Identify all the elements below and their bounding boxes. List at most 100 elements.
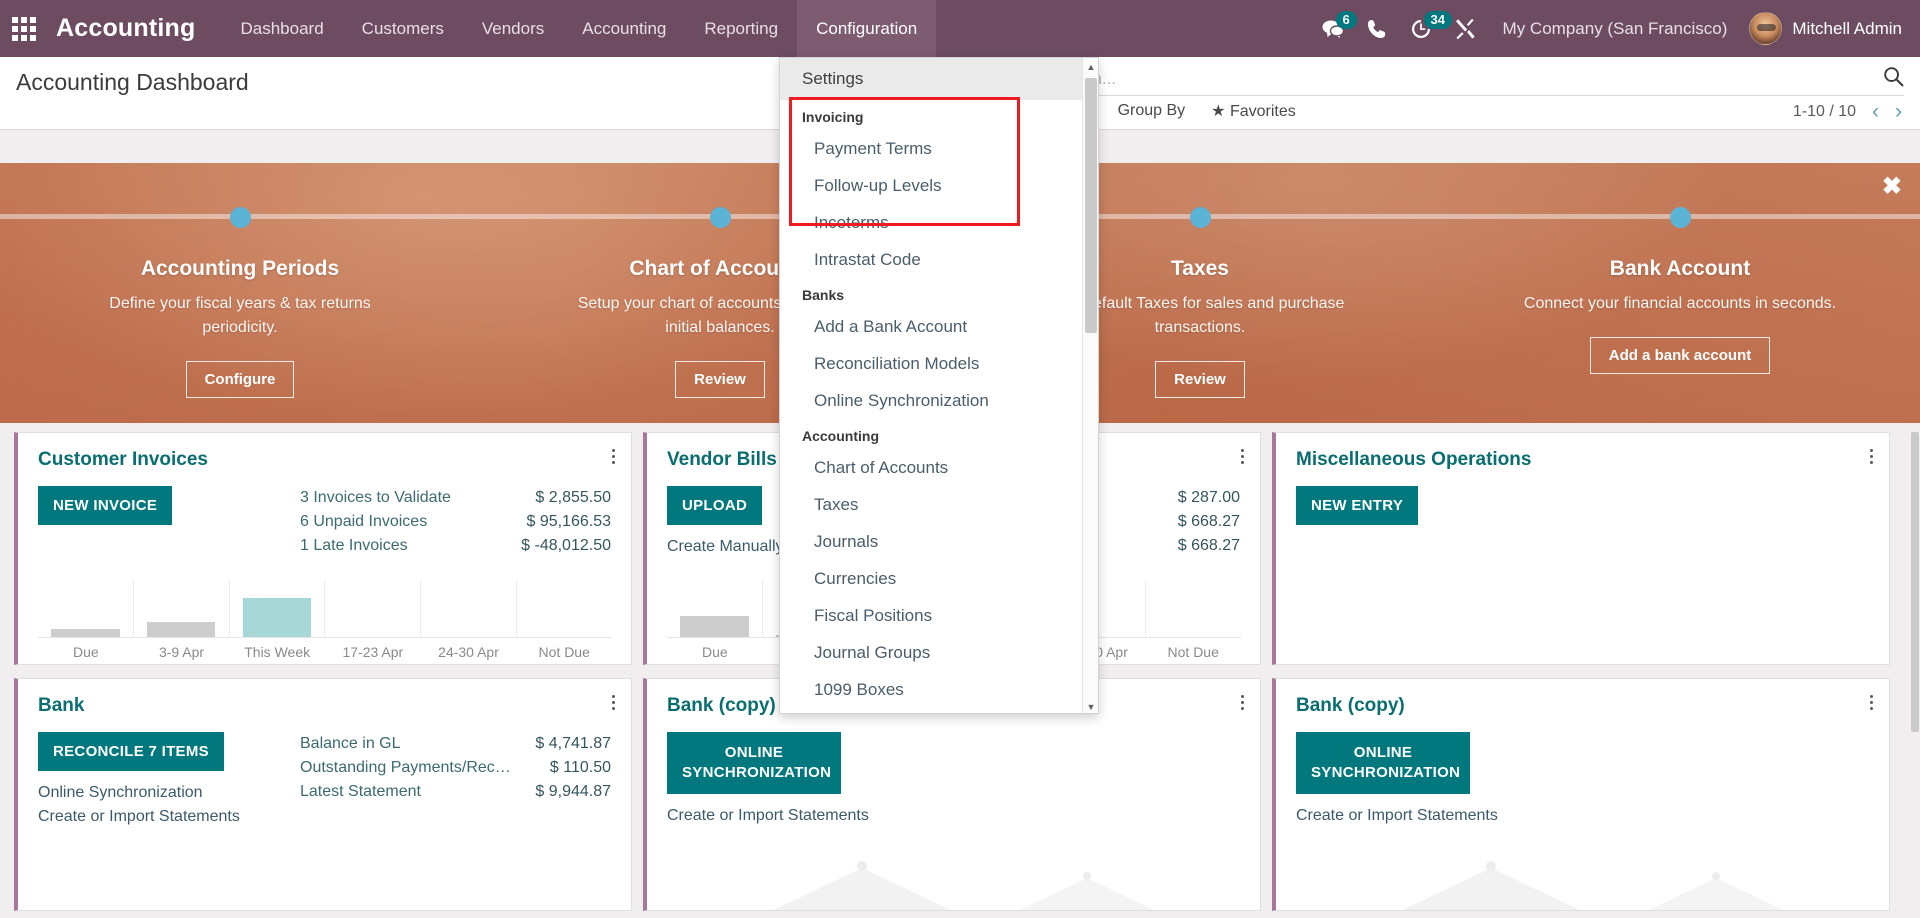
card-miscellaneous-operations[interactable]: Miscellaneous Operations NEW ENTRY [1272,432,1890,665]
dropdown-item-1099-boxes[interactable]: 1099 Boxes [780,671,1098,708]
chart-x-label: Due [701,644,728,660]
page-scrollbar[interactable] [1910,432,1920,918]
new-invoice-button[interactable]: NEW INVOICE [38,486,173,525]
dropdown-item-follow-up-levels[interactable]: Follow-up Levels [780,167,1098,204]
create-import-statements-link[interactable]: Create or Import Statements [1296,804,1558,828]
dropdown-item-add-a-bank-account[interactable]: Add a Bank Account [780,308,1098,345]
step-description: Connect your financial accounts in secon… [1523,295,1837,312]
card-menu-icon[interactable] [612,695,615,713]
new-entry-button[interactable]: NEW ENTRY [1296,486,1419,525]
user-menu[interactable]: Mitchell Admin [1743,12,1902,45]
review-taxes-button[interactable]: Review [1155,361,1245,398]
stat-row[interactable]: 3 Invoices to Validate $ 2,855.50 [300,486,611,510]
card-menu-icon[interactable] [1870,695,1873,713]
chart-bar[interactable] [242,598,312,637]
nav-menu-reporting[interactable]: Reporting [685,0,797,57]
stat-row[interactable]: Balance in GL $ 4,741.87 [300,732,611,756]
card-menu-icon[interactable] [1870,449,1873,467]
group-by-dropdown[interactable]: Group By [1118,102,1186,120]
phone-icon[interactable] [1355,0,1399,57]
dropdown-scrollbar-thumb[interactable] [1085,78,1097,333]
pager-previous-icon[interactable]: ‹ [1872,101,1879,122]
activities-clock-icon[interactable]: 34 [1399,0,1453,57]
card-menu-icon[interactable] [1241,695,1244,713]
chart-bar[interactable] [680,616,749,637]
chart-column[interactable] [228,580,325,637]
stat-amount: $ 2,855.50 [535,489,611,506]
stat-row[interactable]: Latest Statement $ 9,944.87 [300,780,611,804]
chart-plot [38,580,612,638]
company-selector[interactable]: My Company (San Francisco) [1487,19,1744,39]
search-icon[interactable] [1883,66,1904,92]
nav-menu-accounting[interactable]: Accounting [563,0,685,57]
card-bank-copy-2[interactable]: Bank (copy) ONLINE SYNCHRONIZATION Creat… [1272,678,1890,911]
chart-column[interactable] [420,580,516,637]
stat-row[interactable]: 6 Unpaid Invoices $ 95,166.53 [300,510,611,534]
dropdown-item-settings[interactable]: Settings [780,58,1098,100]
card-menu-icon[interactable] [612,449,615,467]
chart-column[interactable] [38,580,133,637]
dropdown-item-journals[interactable]: Journals [780,523,1098,560]
upload-bill-button[interactable]: UPLOAD [667,486,763,525]
chart-x-label: Not Due [538,644,590,660]
reconcile-items-button[interactable]: RECONCILE 7 ITEMS [38,732,224,771]
scroll-up-icon[interactable]: ▲ [1083,58,1098,75]
dropdown-item-incoterms[interactable]: Incoterms [780,204,1098,241]
nav-menu-customers[interactable]: Customers [343,0,463,57]
create-import-statements-link[interactable]: Create or Import Statements [667,804,929,828]
dropdown-item-tipo-de-valor-en-factura[interactable]: Tipo de Valor en Factura [780,708,1098,713]
chart-bar[interactable] [147,622,216,637]
chart-column[interactable] [667,580,762,637]
favorites-dropdown[interactable]: ★ Favorites [1211,101,1296,121]
step-description: Define your fiscal years & tax returns p… [109,295,371,336]
online-synchronization-button[interactable]: ONLINE SYNCHRONIZATION [667,732,841,794]
dropdown-item-payment-terms[interactable]: Payment Terms [780,130,1098,167]
chart-bar[interactable] [51,629,120,637]
dropdown-section-accounting: Accounting [802,428,879,444]
search-input[interactable] [1048,68,1848,89]
stat-row[interactable]: 1 Late Invoices $ -48,012.50 [300,534,611,558]
page-scrollbar-thumb[interactable] [1911,432,1919,732]
nav-menu-dashboard[interactable]: Dashboard [222,0,343,57]
scroll-down-icon[interactable]: ▼ [1083,698,1098,713]
page-title: Accounting Dashboard [16,69,249,95]
dropdown-item-journal-groups[interactable]: Journal Groups [780,634,1098,671]
dropdown-item-taxes[interactable]: Taxes [780,486,1098,523]
review-chart-of-accounts-button[interactable]: Review [675,361,765,398]
card-bank[interactable]: Bank RECONCILE 7 ITEMS Online Synchroniz… [14,678,632,911]
pager-next-icon[interactable]: › [1895,101,1902,122]
dropdown-item-reconciliation-models[interactable]: Reconciliation Models [780,345,1098,382]
stat-row[interactable]: Outstanding Payments/Rec… $ 110.50 [300,756,611,780]
search-bar[interactable] [1048,62,1904,96]
dropdown-item-currencies[interactable]: Currencies [780,560,1098,597]
configure-periods-button[interactable]: Configure [185,361,295,398]
nav-menu-configuration[interactable]: Configuration [797,0,937,57]
online-synchronization-link[interactable]: Online Synchronization [38,781,300,805]
online-synchronization-button[interactable]: ONLINE SYNCHRONIZATION [1296,732,1470,794]
debug-tools-icon[interactable] [1443,0,1487,57]
chart-column[interactable] [324,580,420,637]
avatar [1749,12,1783,45]
add-bank-account-button[interactable]: Add a bank account [1589,337,1771,374]
step-dot-icon [709,207,731,228]
card-title: Customer Invoices [38,449,208,470]
dropdown-item-chart-of-accounts[interactable]: Chart of Accounts [780,449,1098,486]
chart-x-labels: Due 3-9 Apr This Week 17-23 Apr 24-30 Apr Not… [38,644,612,660]
messages-icon[interactable]: 6 [1311,0,1357,57]
stat-amount: $ 668.27 [1177,537,1240,554]
apps-grid-icon[interactable] [0,0,48,57]
nav-menu-vendors[interactable]: Vendors [463,0,563,57]
chart-column[interactable] [516,580,612,637]
dropdown-item-online-synchronization[interactable]: Online Synchronization [780,382,1098,419]
card-menu-icon[interactable] [1241,449,1244,467]
app-brand-title[interactable]: Accounting [56,14,196,43]
bank-illustration [773,861,1155,910]
dropdown-item-fiscal-positions[interactable]: Fiscal Positions [780,597,1098,634]
chart-column[interactable] [132,580,229,637]
create-import-statements-link[interactable]: Create or Import Statements [38,805,300,829]
step-dot-icon [1669,207,1691,228]
chart-column[interactable] [1145,580,1241,637]
dropdown-item-intrastat-code[interactable]: Intrastat Code [780,241,1098,278]
card-customer-invoices[interactable]: Customer Invoices NEW INVOICE 3 Invoices… [14,432,632,665]
dropdown-scrollbar[interactable]: ▲ ▼ [1082,58,1098,713]
